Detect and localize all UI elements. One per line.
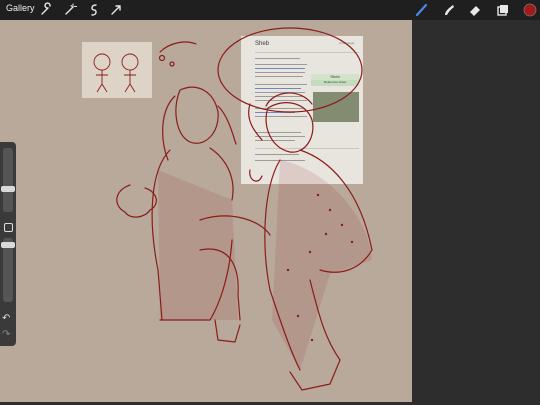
brush-opacity-thumb[interactable] bbox=[1, 242, 15, 248]
color-swatch-icon[interactable] bbox=[522, 2, 538, 18]
coat-dot bbox=[324, 232, 328, 236]
eraser-icon[interactable] bbox=[467, 2, 483, 18]
coat-dot bbox=[340, 223, 344, 227]
coat-dot bbox=[350, 240, 354, 244]
coat-dot bbox=[310, 338, 314, 342]
selection-icon[interactable] bbox=[86, 2, 102, 18]
redo-icon[interactable]: ↷ bbox=[2, 329, 10, 340]
undo-icon[interactable]: ↶ bbox=[2, 313, 10, 324]
transform-arrow-icon[interactable] bbox=[108, 2, 124, 18]
right-figure-fill bbox=[272, 160, 372, 370]
right-figure-head bbox=[265, 102, 314, 153]
coat-dot bbox=[308, 250, 312, 254]
gallery-button[interactable]: Gallery bbox=[6, 3, 35, 13]
wrench-icon[interactable] bbox=[38, 2, 54, 18]
speech-bubble bbox=[217, 27, 363, 113]
modify-square-icon[interactable] bbox=[4, 223, 13, 232]
brush-opacity-slider[interactable] bbox=[1, 238, 15, 302]
character-sketch bbox=[116, 27, 373, 391]
right-figure-hair bbox=[265, 92, 313, 107]
magic-wand-icon[interactable] bbox=[62, 2, 78, 18]
smoke-cloud bbox=[116, 184, 157, 218]
brush-size-thumb[interactable] bbox=[1, 186, 15, 192]
coat-dot bbox=[328, 208, 332, 212]
brush-icon[interactable] bbox=[414, 2, 430, 18]
coat-dot bbox=[286, 268, 290, 272]
brush-sidebar: ↶ ↷ bbox=[0, 142, 16, 346]
left-figure-boot bbox=[214, 319, 241, 343]
left-figure-coat bbox=[209, 147, 234, 201]
coat-dot bbox=[296, 314, 300, 318]
layers-icon[interactable] bbox=[495, 2, 511, 18]
left-figure-fill bbox=[158, 170, 238, 320]
empty-panel bbox=[412, 20, 540, 405]
left-figure-head bbox=[175, 86, 219, 144]
thought-dot bbox=[158, 54, 166, 62]
smudge-icon[interactable] bbox=[441, 2, 457, 18]
teacup bbox=[249, 169, 263, 182]
top-toolbar: Gallery bbox=[0, 0, 540, 20]
left-figure-hair bbox=[217, 105, 237, 145]
coat-dot bbox=[316, 193, 320, 197]
thought-dot bbox=[169, 61, 175, 67]
speech-bubble-tail bbox=[248, 103, 263, 141]
drawing-canvas[interactable]: Sheb Ursatologia Sheb Reference sheet bbox=[0, 20, 412, 402]
thought-bubble-line bbox=[159, 41, 197, 53]
brush-size-slider[interactable] bbox=[1, 148, 15, 212]
